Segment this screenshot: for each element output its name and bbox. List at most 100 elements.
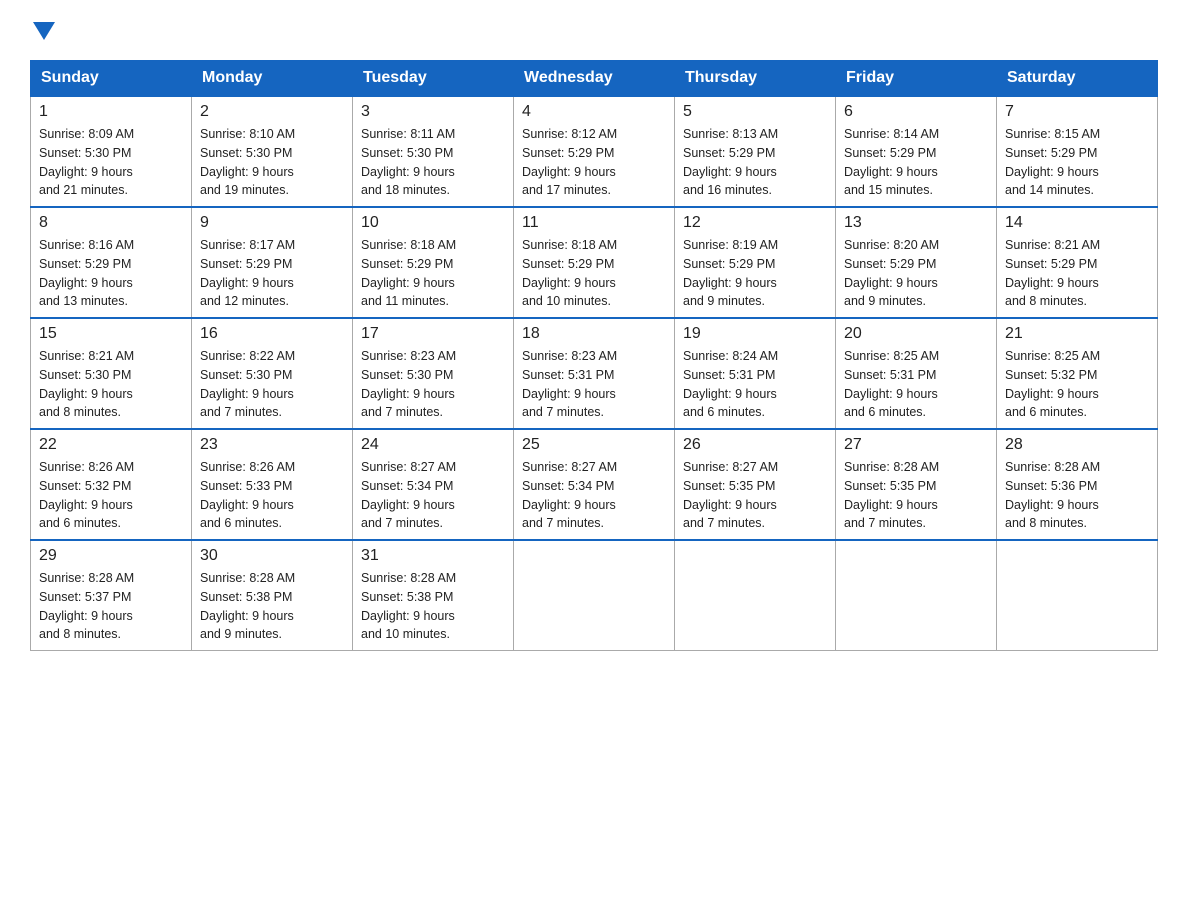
calendar-cell: 27 Sunrise: 8:28 AMSunset: 5:35 PMDaylig… [836,429,997,540]
day-number: 18 [522,325,666,343]
day-number: 14 [1005,214,1149,232]
day-info: Sunrise: 8:17 AMSunset: 5:29 PMDaylight:… [200,238,295,308]
day-info: Sunrise: 8:26 AMSunset: 5:33 PMDaylight:… [200,460,295,530]
calendar-cell: 5 Sunrise: 8:13 AMSunset: 5:29 PMDayligh… [675,96,836,207]
calendar-cell: 2 Sunrise: 8:10 AMSunset: 5:30 PMDayligh… [192,96,353,207]
day-number: 2 [200,103,344,121]
calendar-cell: 3 Sunrise: 8:11 AMSunset: 5:30 PMDayligh… [353,96,514,207]
calendar-cell [836,540,997,651]
day-header-monday: Monday [192,61,353,97]
day-number: 4 [522,103,666,121]
day-header-wednesday: Wednesday [514,61,675,97]
calendar-cell: 31 Sunrise: 8:28 AMSunset: 5:38 PMDaylig… [353,540,514,651]
day-header-thursday: Thursday [675,61,836,97]
calendar-cell: 20 Sunrise: 8:25 AMSunset: 5:31 PMDaylig… [836,318,997,429]
day-number: 30 [200,547,344,565]
day-number: 31 [361,547,505,565]
day-number: 12 [683,214,827,232]
day-number: 6 [844,103,988,121]
day-number: 25 [522,436,666,454]
calendar-cell: 11 Sunrise: 8:18 AMSunset: 5:29 PMDaylig… [514,207,675,318]
calendar-cell: 13 Sunrise: 8:20 AMSunset: 5:29 PMDaylig… [836,207,997,318]
day-number: 3 [361,103,505,121]
calendar-cell: 26 Sunrise: 8:27 AMSunset: 5:35 PMDaylig… [675,429,836,540]
day-info: Sunrise: 8:20 AMSunset: 5:29 PMDaylight:… [844,238,939,308]
day-info: Sunrise: 8:27 AMSunset: 5:34 PMDaylight:… [522,460,617,530]
day-number: 23 [200,436,344,454]
day-info: Sunrise: 8:16 AMSunset: 5:29 PMDaylight:… [39,238,134,308]
calendar-cell: 30 Sunrise: 8:28 AMSunset: 5:38 PMDaylig… [192,540,353,651]
calendar-cell: 10 Sunrise: 8:18 AMSunset: 5:29 PMDaylig… [353,207,514,318]
page-header [30,20,1158,40]
day-number: 20 [844,325,988,343]
calendar-cell: 12 Sunrise: 8:19 AMSunset: 5:29 PMDaylig… [675,207,836,318]
day-info: Sunrise: 8:22 AMSunset: 5:30 PMDaylight:… [200,349,295,419]
day-number: 29 [39,547,183,565]
day-header-sunday: Sunday [31,61,192,97]
day-number: 24 [361,436,505,454]
day-number: 27 [844,436,988,454]
day-number: 28 [1005,436,1149,454]
calendar-cell: 24 Sunrise: 8:27 AMSunset: 5:34 PMDaylig… [353,429,514,540]
day-header-friday: Friday [836,61,997,97]
calendar-cell: 15 Sunrise: 8:21 AMSunset: 5:30 PMDaylig… [31,318,192,429]
day-info: Sunrise: 8:12 AMSunset: 5:29 PMDaylight:… [522,127,617,197]
day-info: Sunrise: 8:10 AMSunset: 5:30 PMDaylight:… [200,127,295,197]
calendar-week-4: 22 Sunrise: 8:26 AMSunset: 5:32 PMDaylig… [31,429,1158,540]
calendar-cell: 4 Sunrise: 8:12 AMSunset: 5:29 PMDayligh… [514,96,675,207]
calendar-cell: 25 Sunrise: 8:27 AMSunset: 5:34 PMDaylig… [514,429,675,540]
day-info: Sunrise: 8:11 AMSunset: 5:30 PMDaylight:… [361,127,455,197]
calendar-week-3: 15 Sunrise: 8:21 AMSunset: 5:30 PMDaylig… [31,318,1158,429]
calendar-cell: 6 Sunrise: 8:14 AMSunset: 5:29 PMDayligh… [836,96,997,207]
calendar-cell: 22 Sunrise: 8:26 AMSunset: 5:32 PMDaylig… [31,429,192,540]
day-info: Sunrise: 8:18 AMSunset: 5:29 PMDaylight:… [522,238,617,308]
calendar-header-row: SundayMondayTuesdayWednesdayThursdayFrid… [31,61,1158,97]
day-number: 5 [683,103,827,121]
day-number: 21 [1005,325,1149,343]
calendar-week-5: 29 Sunrise: 8:28 AMSunset: 5:37 PMDaylig… [31,540,1158,651]
day-info: Sunrise: 8:19 AMSunset: 5:29 PMDaylight:… [683,238,778,308]
calendar-cell: 1 Sunrise: 8:09 AMSunset: 5:30 PMDayligh… [31,96,192,207]
day-info: Sunrise: 8:28 AMSunset: 5:36 PMDaylight:… [1005,460,1100,530]
day-number: 15 [39,325,183,343]
day-info: Sunrise: 8:27 AMSunset: 5:35 PMDaylight:… [683,460,778,530]
day-info: Sunrise: 8:26 AMSunset: 5:32 PMDaylight:… [39,460,134,530]
calendar-week-1: 1 Sunrise: 8:09 AMSunset: 5:30 PMDayligh… [31,96,1158,207]
calendar-cell: 16 Sunrise: 8:22 AMSunset: 5:30 PMDaylig… [192,318,353,429]
day-number: 8 [39,214,183,232]
calendar-cell [997,540,1158,651]
calendar-table: SundayMondayTuesdayWednesdayThursdayFrid… [30,60,1158,651]
calendar-cell: 14 Sunrise: 8:21 AMSunset: 5:29 PMDaylig… [997,207,1158,318]
calendar-cell [675,540,836,651]
day-info: Sunrise: 8:23 AMSunset: 5:31 PMDaylight:… [522,349,617,419]
calendar-cell: 19 Sunrise: 8:24 AMSunset: 5:31 PMDaylig… [675,318,836,429]
day-number: 11 [522,214,666,232]
calendar-cell: 23 Sunrise: 8:26 AMSunset: 5:33 PMDaylig… [192,429,353,540]
day-info: Sunrise: 8:28 AMSunset: 5:37 PMDaylight:… [39,571,134,641]
calendar-cell: 18 Sunrise: 8:23 AMSunset: 5:31 PMDaylig… [514,318,675,429]
calendar-cell: 9 Sunrise: 8:17 AMSunset: 5:29 PMDayligh… [192,207,353,318]
logo-triangle-icon [33,22,55,40]
day-number: 16 [200,325,344,343]
day-info: Sunrise: 8:27 AMSunset: 5:34 PMDaylight:… [361,460,456,530]
day-info: Sunrise: 8:25 AMSunset: 5:32 PMDaylight:… [1005,349,1100,419]
day-info: Sunrise: 8:13 AMSunset: 5:29 PMDaylight:… [683,127,778,197]
calendar-week-2: 8 Sunrise: 8:16 AMSunset: 5:29 PMDayligh… [31,207,1158,318]
day-number: 17 [361,325,505,343]
day-info: Sunrise: 8:24 AMSunset: 5:31 PMDaylight:… [683,349,778,419]
day-info: Sunrise: 8:21 AMSunset: 5:30 PMDaylight:… [39,349,134,419]
day-header-tuesday: Tuesday [353,61,514,97]
calendar-cell: 21 Sunrise: 8:25 AMSunset: 5:32 PMDaylig… [997,318,1158,429]
day-number: 10 [361,214,505,232]
day-info: Sunrise: 8:14 AMSunset: 5:29 PMDaylight:… [844,127,939,197]
logo [30,20,55,40]
day-info: Sunrise: 8:28 AMSunset: 5:38 PMDaylight:… [361,571,456,641]
day-info: Sunrise: 8:09 AMSunset: 5:30 PMDaylight:… [39,127,134,197]
day-info: Sunrise: 8:23 AMSunset: 5:30 PMDaylight:… [361,349,456,419]
calendar-cell: 8 Sunrise: 8:16 AMSunset: 5:29 PMDayligh… [31,207,192,318]
day-info: Sunrise: 8:25 AMSunset: 5:31 PMDaylight:… [844,349,939,419]
day-number: 26 [683,436,827,454]
day-number: 19 [683,325,827,343]
calendar-cell [514,540,675,651]
calendar-cell: 7 Sunrise: 8:15 AMSunset: 5:29 PMDayligh… [997,96,1158,207]
